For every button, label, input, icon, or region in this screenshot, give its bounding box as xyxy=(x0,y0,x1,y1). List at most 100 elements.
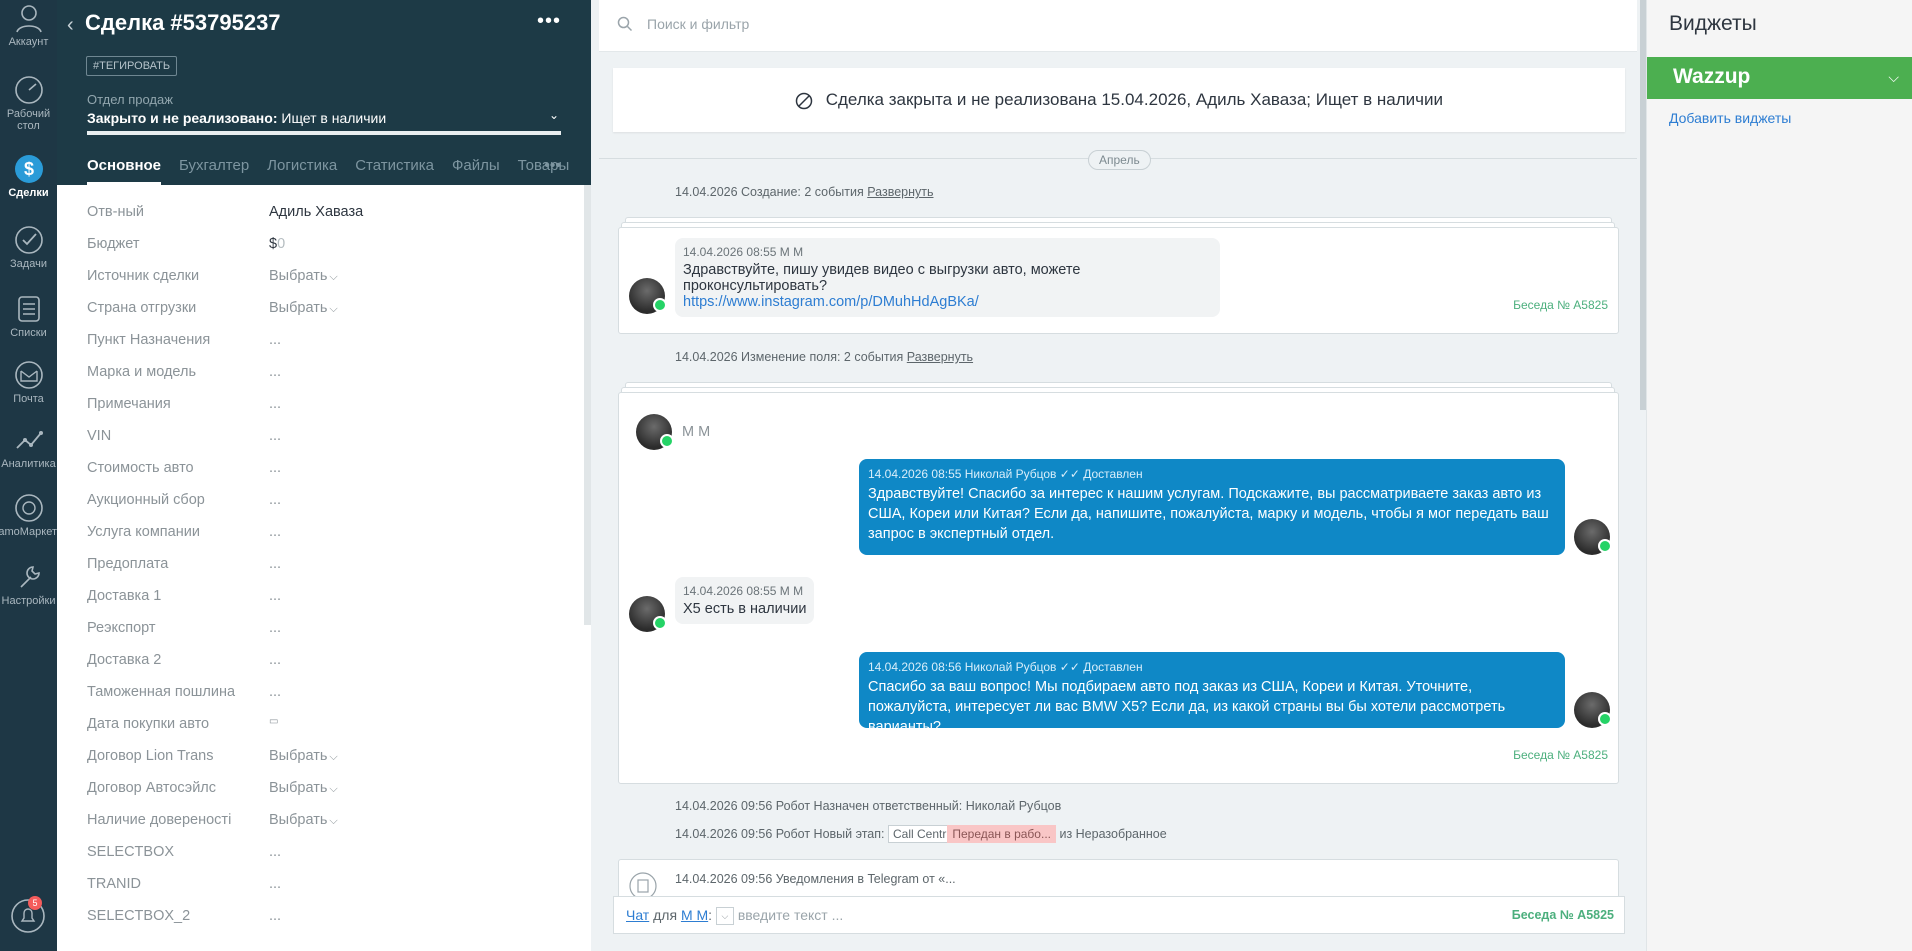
instagram-link[interactable]: https://www.instagram.com/p/DMuhHdAgBKa/ xyxy=(683,294,979,310)
field-autosales-contract[interactable]: Договор Автосэйлс Выбрать ⌵ xyxy=(87,780,567,800)
tab-files[interactable]: Файлы xyxy=(452,157,500,185)
field-vin[interactable]: VIN... xyxy=(87,428,567,448)
nav-dashboard[interactable]: Рабочий стол xyxy=(0,74,57,132)
calendar-icon[interactable]: ▭ xyxy=(269,716,278,727)
field-value[interactable]: ... xyxy=(269,492,281,508)
back-chevron-icon[interactable]: ‹ xyxy=(67,14,74,37)
feed-search-bar[interactable]: Поиск и фильтр xyxy=(599,0,1637,52)
field-label: VIN xyxy=(87,428,112,444)
field-value[interactable]: ... xyxy=(269,332,281,348)
field-select[interactable]: Выбрать ⌵ xyxy=(269,780,338,796)
add-widgets-link[interactable]: Добавить виджеты xyxy=(1669,110,1791,126)
field-select[interactable]: Выбрать ⌵ xyxy=(269,748,338,764)
field-selectbox[interactable]: SELECTBOX... xyxy=(87,844,567,864)
field-value[interactable]: Адиль Хаваза xyxy=(269,204,363,220)
field-select[interactable]: Выбрать ⌵ xyxy=(269,812,338,828)
nav-analytics[interactable]: Аналитика xyxy=(0,424,57,470)
nav-account[interactable]: Аккаунт xyxy=(0,2,57,48)
field-company-service[interactable]: Услуга компании... xyxy=(87,524,567,544)
chat-type-link[interactable]: Чат xyxy=(626,907,649,923)
field-auction-fee[interactable]: Аукционный сбор... xyxy=(87,492,567,512)
field-value[interactable]: ... xyxy=(269,556,281,572)
nav-dashboard-label-2: стол xyxy=(17,120,40,132)
nav-lists[interactable]: Списки xyxy=(0,293,57,339)
field-label: Примечания xyxy=(87,396,171,412)
field-delivery-1[interactable]: Доставка 1... xyxy=(87,588,567,608)
field-value[interactable]: ... xyxy=(269,460,281,476)
field-value[interactable]: ... xyxy=(269,524,281,540)
field-value[interactable]: ... xyxy=(269,684,281,700)
field-value[interactable]: ... xyxy=(269,588,281,604)
field-label: Реэкспорт xyxy=(87,620,156,636)
nav-settings[interactable]: Настройки xyxy=(0,561,57,607)
delivery-status: Доставлен xyxy=(1083,467,1143,481)
mail-icon xyxy=(14,361,43,389)
chat-conversation-id[interactable]: Беседа № A5825 xyxy=(1512,908,1614,922)
field-label: Договор Lion Trans xyxy=(87,748,214,764)
nav-tasks[interactable]: Задачи xyxy=(0,224,57,270)
select-value: Выбрать xyxy=(269,780,328,796)
field-tranid[interactable]: TRANID... xyxy=(87,876,567,896)
tab-accounting[interactable]: Бухгалтер xyxy=(179,157,249,185)
left-navigation: Аккаунт Рабочий стол $ Сделки Задачи Спи… xyxy=(0,0,57,951)
field-delivery-2[interactable]: Доставка 2... xyxy=(87,652,567,672)
message-meta: 14.04.2026 08:56 Николай Рубцов ✓✓ Доста… xyxy=(868,659,1556,675)
field-value[interactable]: ... xyxy=(269,876,281,892)
nav-market[interactable]: amoМаркет xyxy=(0,492,57,538)
deal-status[interactable]: Закрыто и не реализовано: Ищет в наличии xyxy=(87,110,386,126)
field-budget[interactable]: Бюджет $0 xyxy=(87,236,567,256)
chevron-down-icon: ⌵ xyxy=(329,783,338,795)
field-value[interactable]: ... xyxy=(269,908,281,924)
whatsapp-icon xyxy=(660,434,674,448)
field-value[interactable]: $0 xyxy=(269,236,285,252)
field-value[interactable]: ... xyxy=(269,652,281,668)
field-prepayment[interactable]: Предоплата... xyxy=(87,556,567,576)
expand-link[interactable]: Развернуть xyxy=(867,185,933,199)
conversation-id[interactable]: Беседа № A5825 xyxy=(1513,298,1608,312)
chevron-down-icon[interactable]: ⌵ xyxy=(1888,69,1899,86)
field-power-of-attorney[interactable]: Наличие довереності Выбрать ⌵ xyxy=(87,812,567,832)
select-value: Выбрать xyxy=(269,300,328,316)
conversation-id[interactable]: Беседа № A5825 xyxy=(1513,748,1608,762)
creation-events-note: 14.04.2026 Создание: 2 события Развернут… xyxy=(675,185,934,199)
chat-input-placeholder[interactable]: введите текст ... xyxy=(738,907,843,923)
more-options-icon[interactable]: ••• xyxy=(537,10,561,33)
field-responsible[interactable]: Отв-ный Адиль Хаваза xyxy=(87,204,567,224)
expand-link[interactable]: Развернуть xyxy=(907,350,973,364)
field-value[interactable]: ... xyxy=(269,364,281,380)
field-value[interactable]: ... xyxy=(269,844,281,860)
tabs-more-icon[interactable]: ••• xyxy=(544,157,561,175)
wazzup-widget-name: Wazzup xyxy=(1673,65,1751,88)
chat-input-bar[interactable]: Чат для М М: ⌵ введите текст ... Беседа … xyxy=(613,896,1625,934)
field-value[interactable]: ... xyxy=(269,620,281,636)
field-deal-source[interactable]: Источник сделки Выбрать ⌵ xyxy=(87,268,567,288)
field-select[interactable]: Выбрать ⌵ xyxy=(269,268,338,284)
field-make-model[interactable]: Марка и модель... xyxy=(87,364,567,384)
field-value[interactable]: ... xyxy=(269,396,281,412)
field-car-cost[interactable]: Стоимость авто... xyxy=(87,460,567,480)
field-reexport[interactable]: Реэкспорт... xyxy=(87,620,567,640)
field-lion-trans-contract[interactable]: Договор Lion Trans Выбрать ⌵ xyxy=(87,748,567,768)
card-scrollbar[interactable] xyxy=(584,185,591,625)
wazzup-widget[interactable]: Wazzup ⌵ xyxy=(1647,57,1912,99)
tab-main[interactable]: Основное xyxy=(87,157,162,185)
nav-deals[interactable]: $ Сделки xyxy=(0,153,57,199)
search-icon xyxy=(617,16,633,32)
tab-statistics[interactable]: Статистика xyxy=(355,157,434,185)
nav-mail[interactable]: Почта xyxy=(0,359,57,405)
deal-closed-text: Сделка закрыта и не реализована 15.04.20… xyxy=(825,90,1443,109)
recipient-dropdown-icon[interactable]: ⌵ xyxy=(715,907,734,926)
field-shipping-country[interactable]: Страна отгрузки Выбрать ⌵ xyxy=(87,300,567,320)
field-customs-duty[interactable]: Таможенная пошлина... xyxy=(87,684,567,704)
field-car-purchase-date[interactable]: Дата покупки авто ▭ xyxy=(87,716,567,736)
tag-button[interactable]: #ТЕГИРОВАТЬ xyxy=(86,56,178,76)
field-select[interactable]: Выбрать ⌵ xyxy=(269,300,338,316)
field-notes[interactable]: Примечания... xyxy=(87,396,567,416)
field-selectbox-2[interactable]: SELECTBOX_2... xyxy=(87,908,567,928)
chat-recipient-link[interactable]: М М xyxy=(681,907,708,923)
field-destination[interactable]: Пункт Назначения... xyxy=(87,332,567,352)
select-value: Выбрать xyxy=(269,268,328,284)
status-chevron-down-icon[interactable]: ⌄ xyxy=(549,108,559,122)
tab-logistics[interactable]: Логистика xyxy=(267,157,337,185)
field-value[interactable]: ... xyxy=(269,428,281,444)
